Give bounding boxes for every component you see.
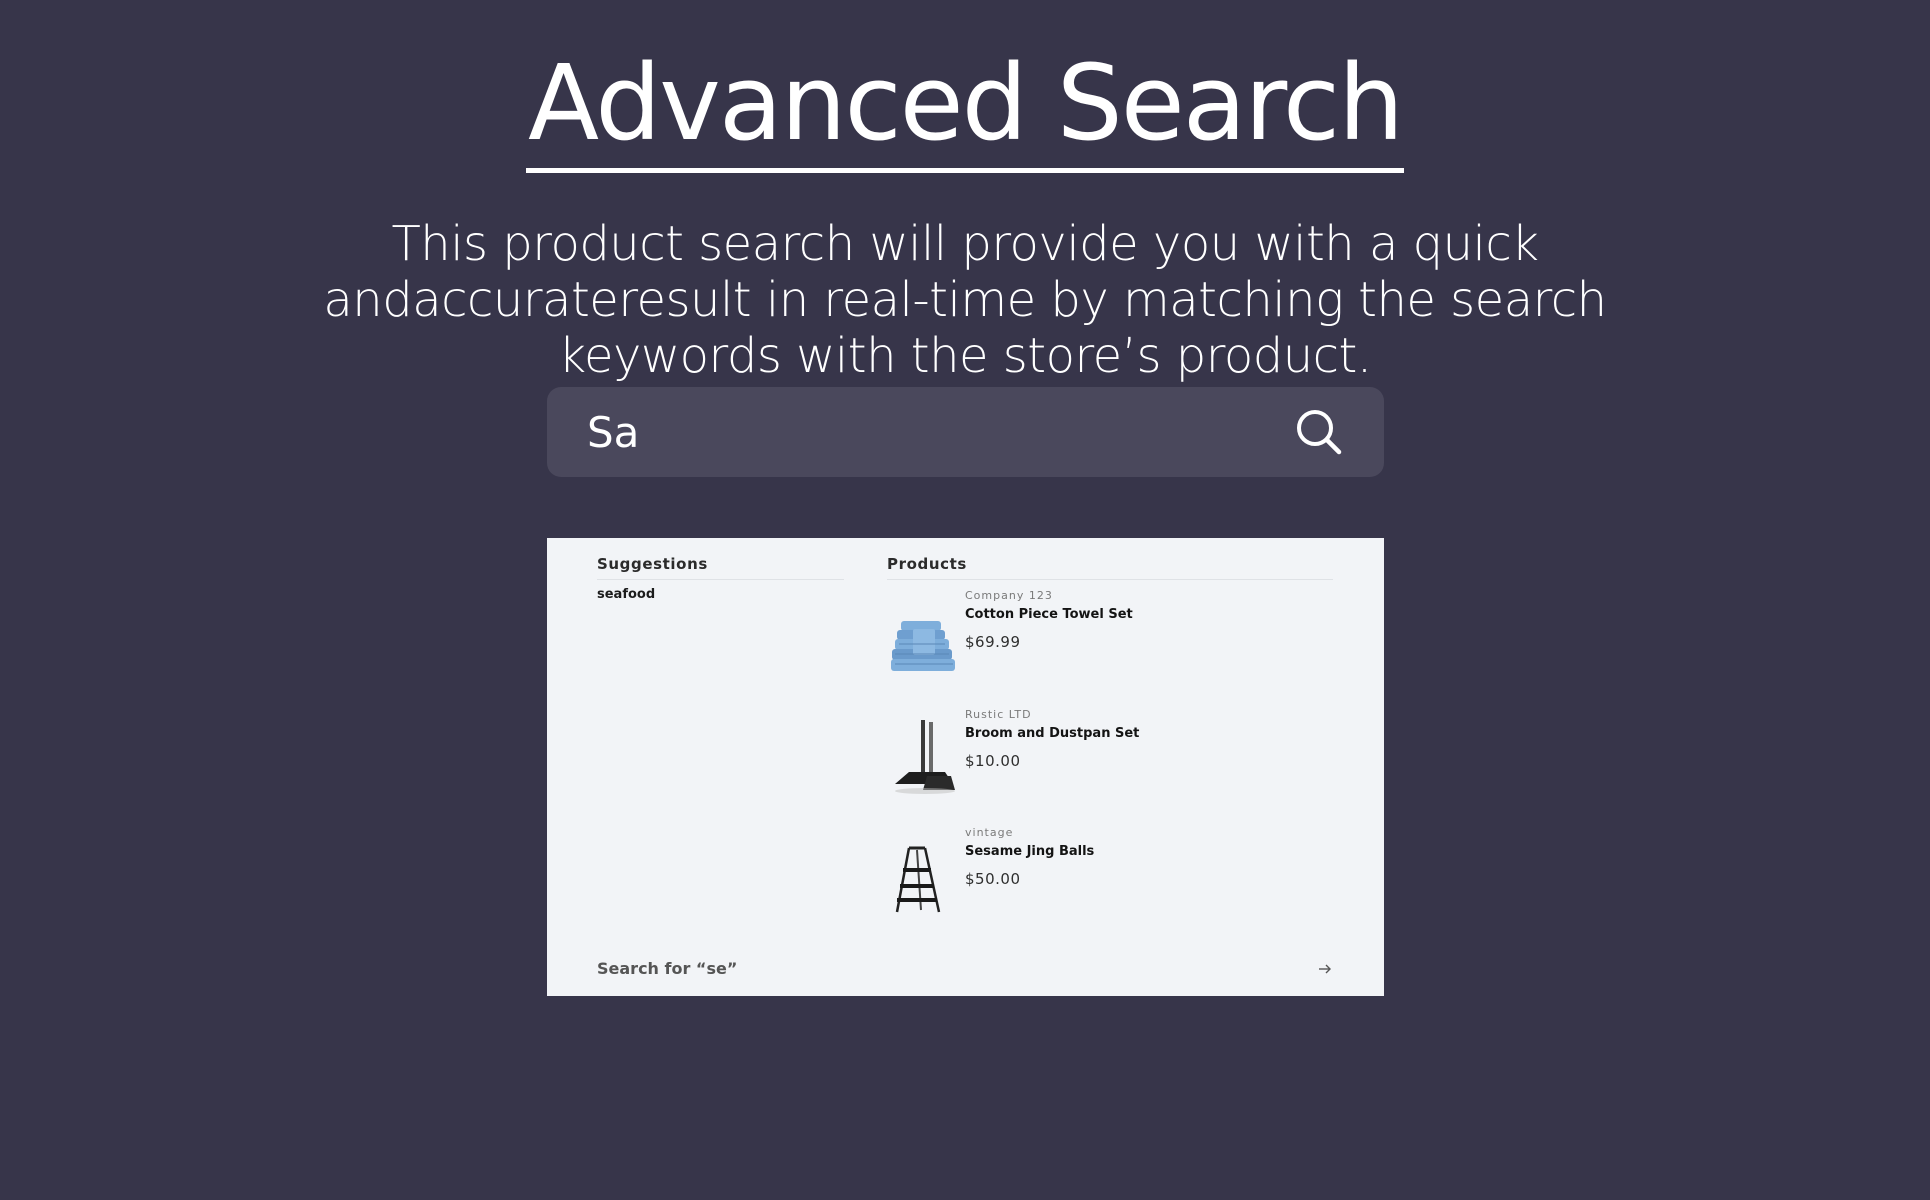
product-vendor: Company 123 — [965, 589, 1053, 602]
search-icon[interactable] — [1294, 407, 1344, 457]
hero-subtitle: This product search will provide you wit… — [323, 216, 1607, 384]
suggestions-divider — [597, 579, 844, 580]
product-item[interactable]: Rustic LTD Broom and Dustpan Set $10.00 — [887, 708, 1337, 798]
page-title: Advanced Search — [525, 44, 1404, 173]
product-vendor: Rustic LTD — [965, 708, 1032, 721]
product-title: Broom and Dustpan Set — [965, 726, 1140, 741]
arrow-right-icon[interactable] — [1318, 961, 1332, 975]
product-price: $69.99 — [965, 633, 1021, 651]
suggestion-item-seafood[interactable]: seafood — [597, 587, 655, 602]
product-title: Sesame Jing Balls — [965, 844, 1095, 859]
product-price: $10.00 — [965, 752, 1021, 770]
search-bar — [547, 387, 1384, 477]
product-price: $50.00 — [965, 870, 1021, 888]
search-input[interactable] — [587, 407, 1294, 457]
product-title: Cotton Piece Towel Set — [965, 607, 1133, 622]
product-item[interactable]: Company 123 Cotton Piece Towel Set $69.9… — [887, 589, 1337, 679]
suggestions-heading: Suggestions — [597, 555, 708, 573]
broom-dustpan-image — [887, 720, 959, 798]
page: Advanced Search This product search will… — [0, 0, 1930, 1200]
products-divider — [887, 579, 1333, 580]
towel-stack-image — [887, 601, 959, 679]
search-for-link[interactable]: Search for “se” — [597, 959, 737, 978]
product-vendor: vintage — [965, 826, 1014, 839]
products-heading: Products — [887, 555, 967, 573]
search-results-dropdown: Suggestions seafood Products Company 123… — [547, 538, 1384, 996]
step-ladder-image — [887, 838, 959, 916]
hero-title-wrap: Advanced Search — [0, 44, 1930, 173]
product-item[interactable]: vintage Sesame Jing Balls $50.00 — [887, 826, 1337, 916]
